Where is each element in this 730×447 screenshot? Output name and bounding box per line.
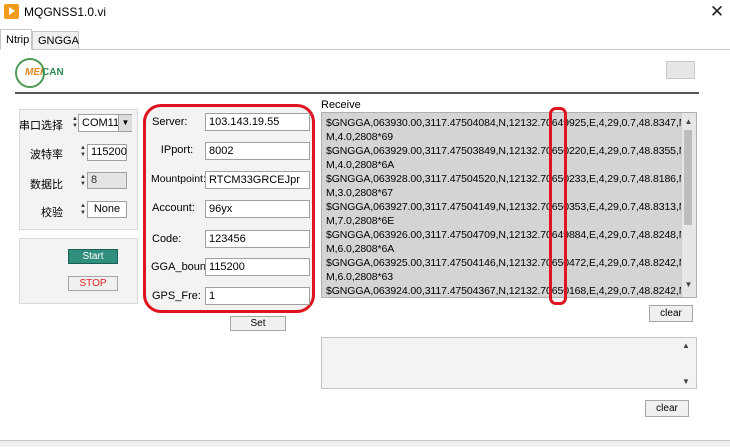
receive-line: $GNGGA,063927.00,3117.47504149,N,12132.7… (326, 201, 697, 213)
server-input[interactable]: 103.143.19.55 (205, 113, 310, 131)
receive-line: $GNGGA,063929.00,3117.47503849,N,12132.7… (326, 145, 697, 157)
logo-text-can: CAN (42, 67, 64, 78)
data-bits-field[interactable]: 8 (87, 172, 127, 189)
receive-line: $GNGGA,063926.00,3117.47504709,N,12132.7… (326, 229, 697, 241)
scroll-down-icon[interactable]: ▼ (681, 280, 696, 289)
data-bits-spin-icon[interactable]: ▲ ▼ (79, 174, 87, 190)
mountpoint-input[interactable]: RTCM33GRCEJpr (205, 171, 310, 189)
set-button[interactable]: Set (230, 316, 286, 331)
receive-line: $GNGGA,063930.00,3117.47504084,N,12132.7… (326, 117, 697, 129)
close-icon[interactable]: ✕ (706, 2, 728, 22)
parity-spin-icon[interactable]: ▲ ▼ (79, 203, 87, 219)
receive-label: Receive (321, 99, 361, 111)
send-scroll-up-icon[interactable]: ▲ (682, 341, 690, 350)
parity-label: 校验 (41, 207, 63, 219)
status-bar (0, 440, 730, 447)
receive-line: M,7.0,2808*6E (326, 215, 395, 227)
gga-bound-label: GGA_bound: (151, 261, 216, 273)
gga-bound-input[interactable]: 115200 (205, 258, 310, 276)
gps-fre-input[interactable]: 1 (205, 287, 310, 305)
code-label: Code: (152, 233, 182, 245)
status-indicator[interactable] (666, 61, 695, 79)
receive-line: M,4.0,2808*69 (326, 131, 394, 143)
clear-receive-button[interactable]: clear (649, 305, 693, 322)
receive-line: $GNGGA,063925.00,3117.47504146,N,12132.7… (326, 257, 697, 269)
send-textbox[interactable] (321, 337, 697, 389)
stop-button[interactable]: STOP (68, 276, 118, 291)
receive-textbox[interactable]: $GNGGA,063930.00,3117.47504084,N,12132.7… (321, 112, 697, 298)
receive-scroll-thumb[interactable] (684, 130, 692, 225)
send-scroll-down-icon[interactable]: ▼ (682, 377, 690, 386)
title-bar (0, 0, 730, 26)
window-title: MQGNSS1.0.vi (24, 5, 107, 19)
port-select-label: 串口选择 (19, 120, 63, 132)
start-button[interactable]: Start (68, 249, 118, 264)
baud-spin-icon[interactable]: ▲ ▼ (79, 145, 87, 161)
tab-gngga[interactable]: GNGGA (32, 31, 79, 50)
scroll-up-icon[interactable]: ▲ (681, 117, 696, 126)
clear-send-button[interactable]: clear (645, 400, 689, 417)
control-group (19, 238, 138, 304)
baud-rate-field[interactable]: 115200 (87, 144, 127, 161)
receive-line: M,6.0,2808*6A (326, 243, 395, 255)
receive-line: M,4.0,2808*6A (326, 159, 395, 171)
parity-field[interactable]: None (87, 201, 127, 218)
account-label: Account: (152, 202, 195, 214)
data-bits-label: 数据比 (30, 179, 63, 191)
port-dropdown-icon[interactable]: ▼ (118, 115, 132, 131)
receive-line: M,3.0,2808*67 (326, 187, 394, 199)
mountpoint-label: Mountpoint: (151, 173, 206, 185)
labview-app-icon (4, 4, 19, 19)
gps-fre-label: GPS_Fre: (152, 290, 201, 302)
ip-port-input[interactable]: 8002 (205, 142, 310, 160)
ip-port-label: IPport: (160, 144, 194, 156)
account-input[interactable]: 96yx (205, 200, 310, 218)
code-input[interactable]: 123456 (205, 230, 310, 248)
header-divider (15, 92, 699, 94)
receive-line: M,6.0,2808*63 (326, 271, 394, 283)
receive-line: $GNGGA,063924.00,3117.47504367,N,12132.7… (326, 285, 697, 297)
tab-ntrip[interactable]: Ntrip (0, 29, 32, 50)
server-label: Server: (152, 116, 188, 128)
fix-quality-highlight (549, 107, 567, 305)
logo-text-mei: MEI (25, 67, 43, 78)
baud-rate-label: 波特率 (30, 149, 63, 161)
receive-line: $GNGGA,063928.00,3117.47504520,N,12132.7… (326, 173, 697, 185)
